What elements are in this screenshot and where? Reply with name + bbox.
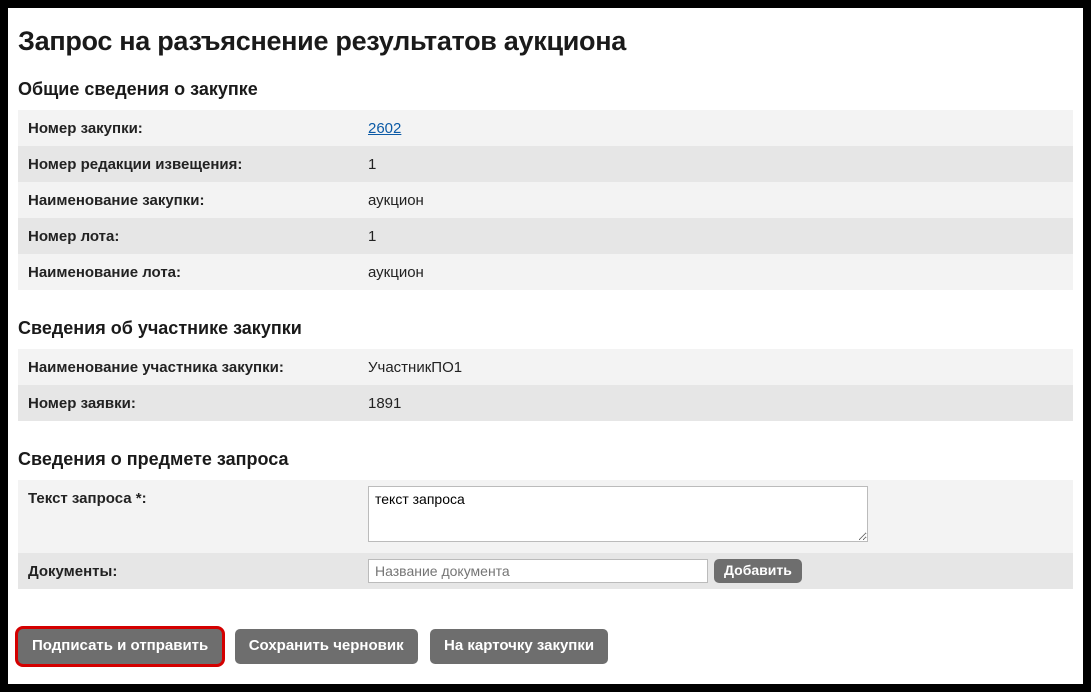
request-text-label: Текст запроса *: bbox=[28, 486, 368, 507]
table-row: Номер лота: 1 bbox=[18, 218, 1073, 254]
section-general-title: Общие сведения о закупке bbox=[18, 79, 1073, 100]
table-row: Наименование участника закупки: Участник… bbox=[18, 349, 1073, 385]
table-row: Наименование лота: аукцион bbox=[18, 254, 1073, 290]
document-name-input[interactable] bbox=[368, 559, 708, 583]
section-subject: Сведения о предмете запроса Текст запрос… bbox=[18, 449, 1073, 589]
action-buttons-row: Подписать и отправить Сохранить черновик… bbox=[18, 629, 1073, 664]
table-row: Номер закупки: 2602 bbox=[18, 110, 1073, 146]
documents-row: Документы: Добавить bbox=[18, 553, 1073, 589]
to-purchase-card-button[interactable]: На карточку закупки bbox=[430, 629, 608, 664]
general-info-table: Номер закупки: 2602 Номер редакции извещ… bbox=[18, 110, 1073, 290]
table-row: Номер заявки: 1891 bbox=[18, 385, 1073, 421]
add-document-button[interactable]: Добавить bbox=[714, 559, 802, 582]
lot-number-value: 1 bbox=[358, 218, 1073, 254]
table-row: Наименование закупки: аукцион bbox=[18, 182, 1073, 218]
lot-name-value: аукцион bbox=[358, 254, 1073, 290]
application-number-label: Номер заявки: bbox=[18, 385, 358, 421]
section-participant-info: Сведения об участнике закупки Наименован… bbox=[18, 318, 1073, 421]
request-text-row: Текст запроса *: bbox=[18, 480, 1073, 553]
participant-name-label: Наименование участника закупки: bbox=[18, 349, 358, 385]
section-subject-title: Сведения о предмете запроса bbox=[18, 449, 1073, 470]
documents-label: Документы: bbox=[28, 559, 368, 580]
notice-revision-value: 1 bbox=[358, 146, 1073, 182]
section-general-info: Общие сведения о закупке Номер закупки: … bbox=[18, 79, 1073, 290]
lot-number-label: Номер лота: bbox=[18, 218, 358, 254]
participant-name-value: УчастникПО1 bbox=[358, 349, 1073, 385]
purchase-name-value: аукцион bbox=[358, 182, 1073, 218]
request-text-input[interactable] bbox=[368, 486, 868, 542]
lot-name-label: Наименование лота: bbox=[18, 254, 358, 290]
table-row: Номер редакции извещения: 1 bbox=[18, 146, 1073, 182]
sign-and-send-button[interactable]: Подписать и отправить bbox=[18, 629, 222, 664]
section-participant-title: Сведения об участнике закупки bbox=[18, 318, 1073, 339]
page-title: Запрос на разъяснение результатов аукцио… bbox=[18, 26, 1073, 57]
application-number-value: 1891 bbox=[358, 385, 1073, 421]
purchase-name-label: Наименование закупки: bbox=[18, 182, 358, 218]
save-draft-button[interactable]: Сохранить черновик bbox=[235, 629, 418, 664]
purchase-number-link[interactable]: 2602 bbox=[368, 120, 401, 137]
participant-info-table: Наименование участника закупки: Участник… bbox=[18, 349, 1073, 421]
notice-revision-label: Номер редакции извещения: bbox=[18, 146, 358, 182]
purchase-number-label: Номер закупки: bbox=[18, 110, 358, 146]
